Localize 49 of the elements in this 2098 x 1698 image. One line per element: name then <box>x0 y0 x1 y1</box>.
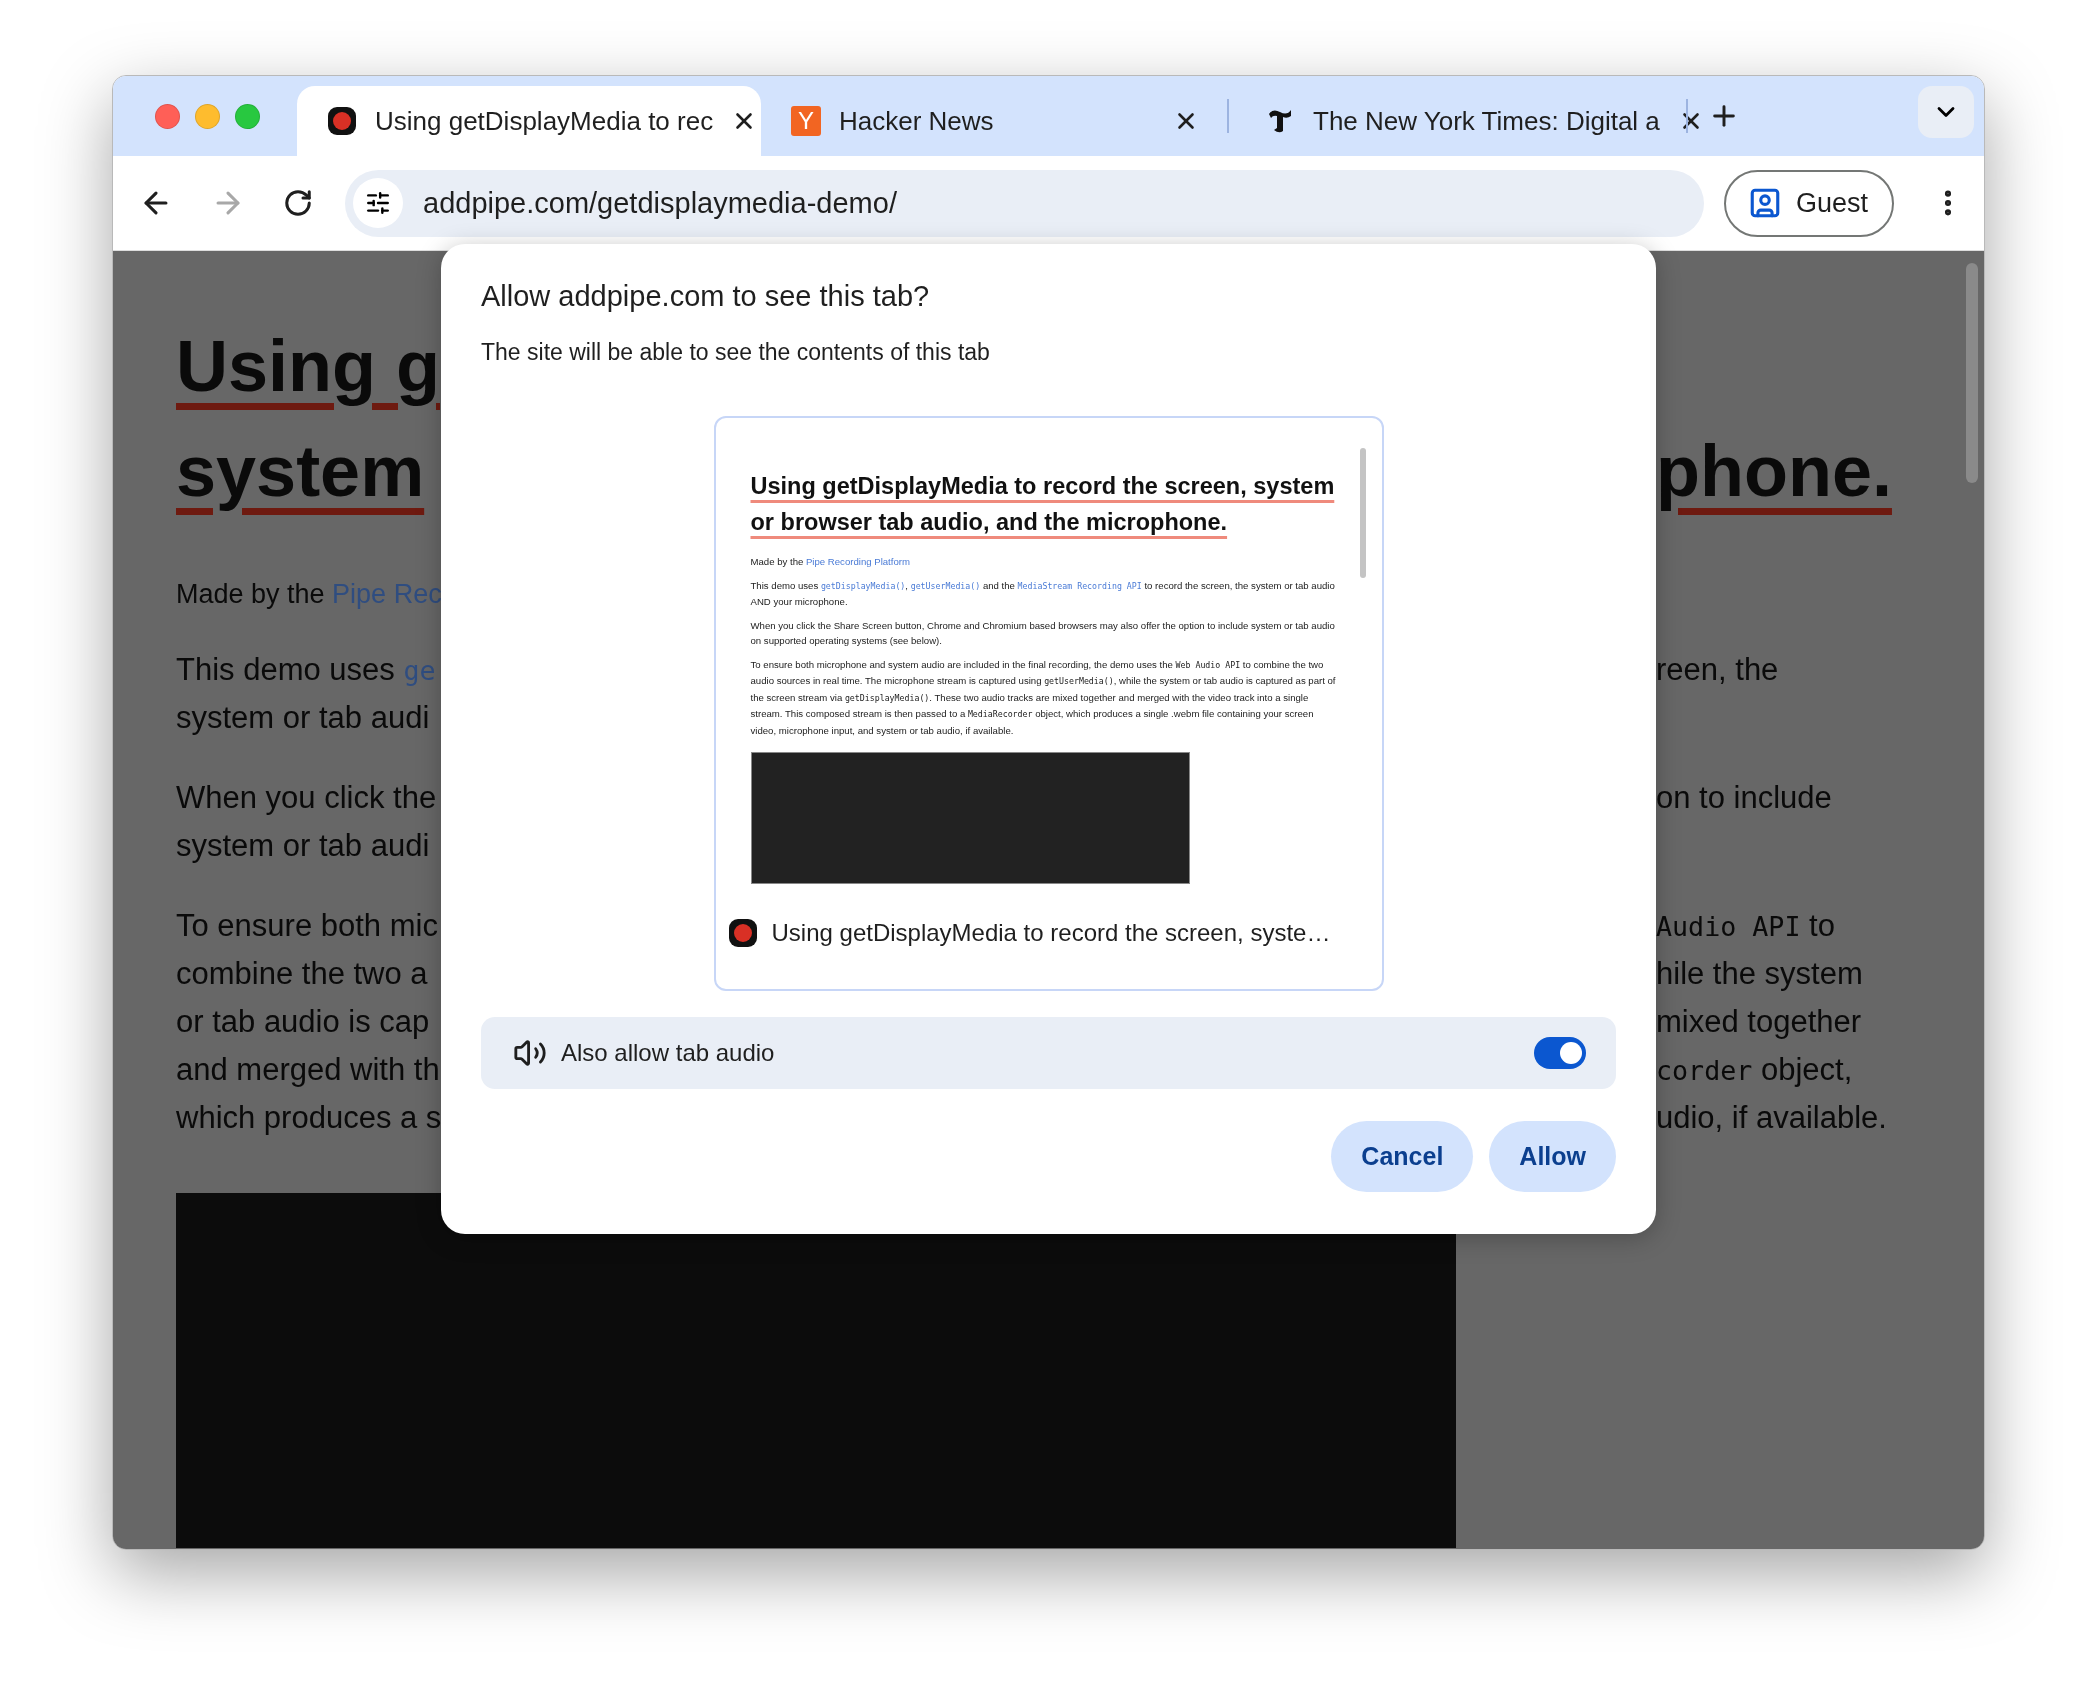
page-text: reen, the <box>1656 652 1780 688</box>
link[interactable]: MediaStream Recording API <box>1017 580 1142 591</box>
browser-tab[interactable]: Y Hacker News <box>761 86 1221 156</box>
dialog-button[interactable]: Cancel <box>1331 1121 1474 1192</box>
link[interactable]: Pipe Recording Platform <box>805 556 910 567</box>
browser-tab[interactable]: Using getDisplayMedia to rec <box>297 86 761 156</box>
page-heading: system <box>176 429 426 512</box>
link[interactable]: getDisplayMedia() <box>820 580 906 591</box>
page-text: and merged with th <box>176 1052 441 1088</box>
address-bar[interactable]: addpipe.com/getdisplaymedia-demo/ <box>345 169 1704 237</box>
preview-heading: Using getDisplayMedia to record the screen, system or browser tab audio, and the microphone. <box>750 472 1336 537</box>
dialog-title: Allow addpipe.com to see this tab? <box>481 280 931 313</box>
preview-caption: Using getDisplayMedia to record the screen, syste… <box>771 919 1331 947</box>
audio-toggle[interactable] <box>1534 1037 1586 1069</box>
option-label: Also allow tab audio <box>561 1039 776 1067</box>
page-text: Audio API to <box>1656 908 1836 944</box>
tab-search-button[interactable] <box>1918 85 1974 138</box>
page-heading: phone. <box>1656 429 1893 512</box>
scrollbar[interactable] <box>1966 263 1978 483</box>
preview-text: This demo uses getDisplayMedia(), getUserMedia() and the MediaStream Recording API to record the screen, the system or tab audio AND your microphone. <box>750 578 1336 609</box>
page-text: mixed together <box>1656 1004 1863 1040</box>
preview-text: To ensure both microphone and system audio are included in the final recording, the demo uses the Web Audio API to combine the two audio sources in real time. The microphone stream is captured using getUserMedia(), while the system or tab audio is captured as part of the screen stream via getDisplayMedia(). These two audio tracks are mixed together and merged with the video track into a single stream. This composed stream is then passed to a MediaRecorder object, which produces a single .webm file containing your screen video, microphone input, and system or tab audio, if available. <box>750 657 1337 738</box>
browser-tab[interactable]: The New York Times: Digital a <box>1235 86 1680 156</box>
page-heading: Using g <box>176 324 441 407</box>
reload-icon[interactable] <box>283 188 313 218</box>
profile-button[interactable]: Guest <box>1723 169 1894 237</box>
preview-text: When you click the Share Screen button, Chrome and Chromium based browsers may also offer the option to include system or tab audio on supported operating systems (see below). <box>750 618 1336 648</box>
record-icon <box>727 918 758 948</box>
favicon: Y <box>791 106 821 136</box>
preview-text: Made by the Pipe Recording Platform <box>750 555 911 569</box>
record-icon <box>327 106 357 136</box>
dialog-subtitle: The site will be able to see the contents of this tab <box>481 339 991 366</box>
dialog-button[interactable]: Allow <box>1489 1121 1616 1192</box>
page-text: When you click the <box>176 780 438 816</box>
page-text: This demo uses ge <box>176 652 437 688</box>
page-text: corder object, <box>1656 1052 1854 1088</box>
page-text: on to include <box>1656 780 1833 816</box>
page-text: or tab audio is cap <box>176 1004 431 1040</box>
site-settings-icon[interactable] <box>353 178 403 228</box>
tab-preview[interactable] <box>713 416 1384 991</box>
page-text: udio, if available. <box>1656 1100 1888 1136</box>
page-text: To ensure both mic <box>176 908 439 944</box>
page-text: system or tab audi <box>176 700 431 736</box>
page-text: system or tab audi <box>176 828 431 864</box>
link[interactable]: getUserMedia() <box>910 580 981 591</box>
byline-text: Made by the Pipe Rec <box>176 578 441 610</box>
page-text: combine the two a <box>176 956 429 992</box>
page-text: which produces a s <box>176 1100 441 1136</box>
page-text: hile the system <box>1656 956 1864 992</box>
